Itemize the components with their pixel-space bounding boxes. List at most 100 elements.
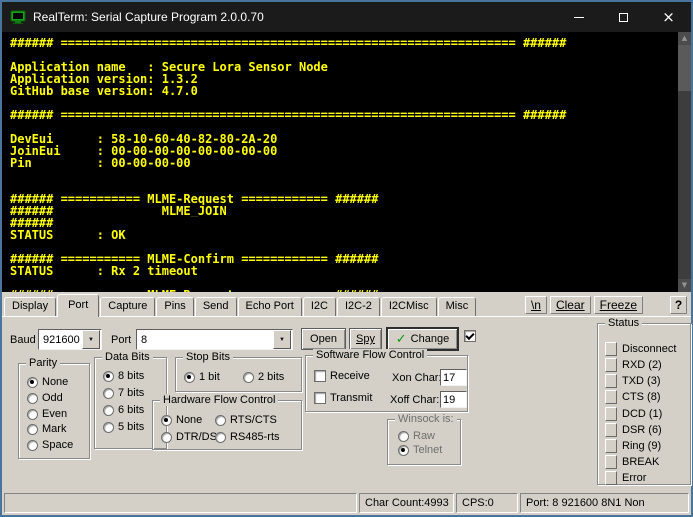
option-label: None — [176, 414, 202, 426]
baud-value: 921600 — [40, 334, 82, 346]
newline-button[interactable]: \n — [525, 296, 547, 314]
port-combobox[interactable]: 8 ▼ — [136, 329, 293, 350]
status-bar: Char Count:4993 CPS:0 Port: 8 921600 8N1… — [2, 491, 691, 515]
title-bar: RealTerm: Serial Capture Program 2.0.0.7… — [2, 2, 691, 32]
indicator-label: DCD (1) — [622, 408, 662, 420]
terminal-line: GitHub base version: 4.7.0 — [10, 85, 676, 97]
stop-bits-2-radio[interactable]: 2 bits — [243, 371, 284, 383]
port-tab-panel: Baud 921600 ▼ Port 8 ▼ Open Spy ✓ Change… — [2, 316, 691, 491]
scroll-up-icon[interactable]: ▲ — [678, 32, 691, 45]
radio-icon — [184, 372, 195, 383]
option-label: Receive — [330, 370, 370, 382]
dropdown-arrow-icon[interactable]: ▼ — [273, 330, 291, 349]
parity-odd-radio[interactable]: Odd — [27, 392, 63, 404]
freeze-button[interactable]: Freeze — [594, 296, 643, 314]
option-label: RS485-rts — [230, 431, 280, 443]
tab-port[interactable]: Port — [57, 294, 99, 317]
tab-i2cmisc[interactable]: I2CMisc — [381, 297, 437, 316]
led-icon — [605, 423, 617, 437]
check-icon: ✓ — [396, 333, 407, 346]
help-button[interactable]: ? — [670, 296, 687, 314]
scroll-down-icon[interactable]: ▼ — [678, 279, 691, 292]
port-label: Port — [111, 334, 131, 346]
tab-i2c-2[interactable]: I2C-2 — [337, 297, 380, 316]
parity-space-radio[interactable]: Space — [27, 439, 73, 451]
spy-button[interactable]: Spy — [349, 328, 382, 350]
option-label: 6 bits — [118, 404, 144, 416]
change-confirm-checkbox[interactable] — [464, 330, 476, 342]
clear-button-label: Clear — [556, 298, 585, 312]
scrollbar-thumb[interactable] — [678, 45, 691, 91]
hw-flow-none-radio[interactable]: None — [161, 414, 202, 426]
change-button[interactable]: ✓ Change — [386, 327, 459, 351]
parity-none-radio[interactable]: None — [27, 376, 68, 388]
terminal-line — [10, 181, 676, 193]
tab-i2c[interactable]: I2C — [303, 297, 336, 316]
indicator-label: Ring (9) — [622, 440, 661, 452]
hw-flow-rtscts-radio[interactable]: RTS/CTS — [215, 414, 277, 426]
baud-combobox[interactable]: 921600 ▼ — [38, 329, 102, 350]
open-button[interactable]: Open — [301, 328, 346, 350]
terminal-scrollbar[interactable]: ▲ ▼ — [678, 32, 691, 292]
winsock-raw-radio[interactable]: Raw — [398, 430, 435, 442]
receive-checkbox[interactable]: Receive — [314, 370, 370, 382]
parity-even-radio[interactable]: Even — [27, 408, 67, 420]
transmit-checkbox[interactable]: Transmit — [314, 392, 372, 404]
hardware-flow-group: Hardware Flow Control None RTS/CTS DTR/D… — [152, 400, 302, 450]
close-icon: × — [662, 10, 675, 25]
terminal-line: ###### MLME_JOIN — [10, 205, 676, 217]
radio-icon — [103, 371, 114, 382]
terminal-text: ###### =================================… — [10, 37, 676, 292]
xon-char-input[interactable] — [440, 369, 467, 386]
close-button[interactable]: × — [646, 2, 691, 32]
radio-icon — [215, 415, 226, 426]
terminal-line: Pin : 00-00-00-00 — [10, 157, 676, 169]
option-label: 2 bits — [258, 371, 284, 383]
indicator-label: BREAK — [622, 456, 659, 468]
option-label: 8 bits — [118, 370, 144, 382]
stop-bits-1-radio[interactable]: 1 bit — [184, 371, 220, 383]
led-icon — [605, 439, 617, 453]
radio-icon — [103, 388, 114, 399]
led-icon — [605, 374, 617, 388]
tab-send[interactable]: Send — [195, 297, 237, 316]
minimize-icon — [574, 17, 584, 18]
option-label: Transmit — [330, 392, 372, 404]
radio-icon — [103, 405, 114, 416]
hw-flow-rs485-radio[interactable]: RS485-rts — [215, 431, 280, 443]
status-cell-empty — [4, 493, 357, 513]
tab-pins[interactable]: Pins — [156, 297, 193, 316]
option-label: Even — [42, 408, 67, 420]
tab-display[interactable]: Display — [4, 297, 56, 316]
maximize-button[interactable] — [601, 2, 646, 32]
status-indicator-dcd: DCD (1) — [605, 407, 662, 421]
option-label: Raw — [413, 430, 435, 442]
tab-echo-port[interactable]: Echo Port — [238, 297, 302, 316]
xoff-char-input[interactable] — [440, 391, 467, 408]
data-bits-6-radio[interactable]: 6 bits — [103, 404, 144, 416]
parity-group: Parity None Odd Even Mark Space — [18, 363, 90, 459]
option-label: Telnet — [413, 444, 442, 456]
status-cell-cps: CPS:0 — [456, 493, 518, 513]
data-bits-7-radio[interactable]: 7 bits — [103, 387, 144, 399]
terminal-line — [10, 277, 676, 289]
minimize-button[interactable] — [556, 2, 601, 32]
indicator-label: Disconnect — [622, 343, 676, 355]
parity-group-title: Parity — [26, 357, 60, 369]
led-icon — [605, 390, 617, 404]
data-bits-5-radio[interactable]: 5 bits — [103, 421, 144, 433]
status-indicator-ring: Ring (9) — [605, 439, 661, 453]
stop-bits-group: Stop Bits 1 bit 2 bits — [175, 357, 302, 392]
terminal-line: ###### =================================… — [10, 109, 676, 121]
app-icon — [10, 9, 26, 25]
clear-button[interactable]: Clear — [550, 296, 591, 314]
tab-misc[interactable]: Misc — [438, 297, 477, 316]
tab-capture[interactable]: Capture — [100, 297, 155, 316]
winsock-telnet-radio[interactable]: Telnet — [398, 444, 442, 456]
data-bits-8-radio[interactable]: 8 bits — [103, 370, 144, 382]
parity-mark-radio[interactable]: Mark — [27, 423, 66, 435]
maximize-icon — [619, 13, 628, 22]
terminal-line: STATUS : Rx 2 timeout — [10, 265, 676, 277]
stop-bits-group-title: Stop Bits — [183, 351, 233, 363]
dropdown-arrow-icon[interactable]: ▼ — [82, 330, 100, 349]
